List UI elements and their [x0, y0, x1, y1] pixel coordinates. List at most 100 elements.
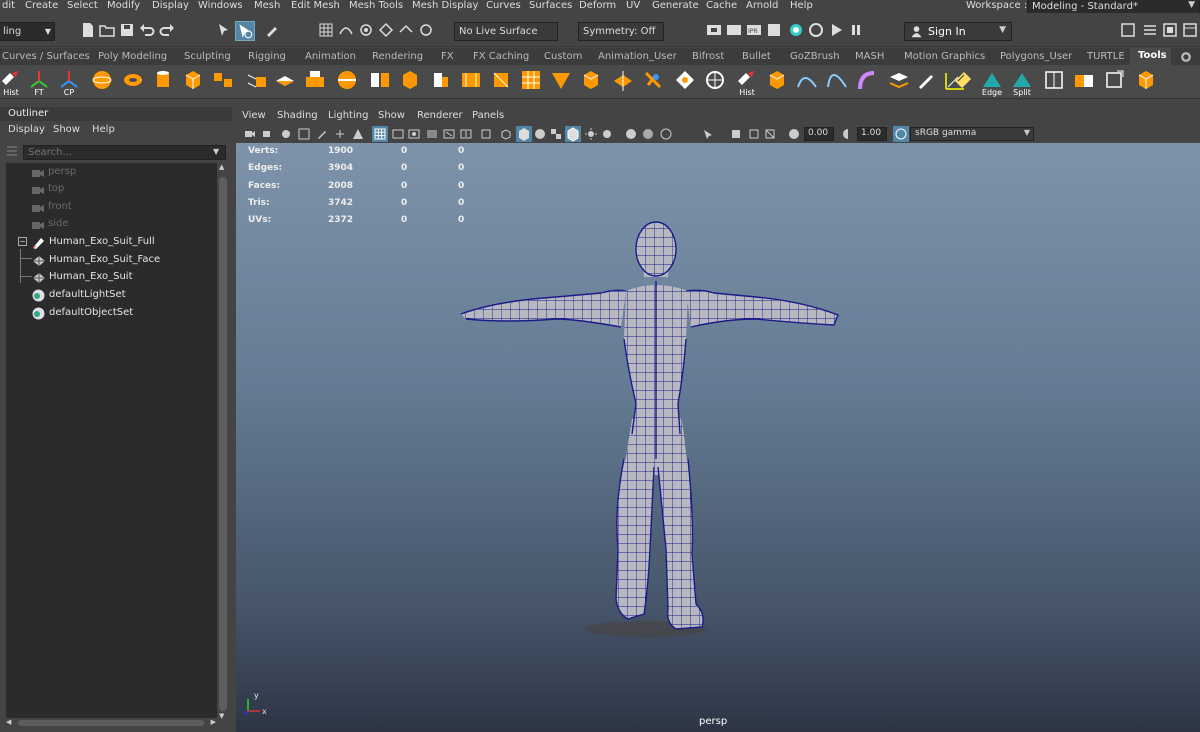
scroll-left-icon[interactable]: ◀ [6, 718, 11, 726]
tab-turtle[interactable]: TURTLE [1087, 50, 1125, 64]
tab-rendering[interactable]: Rendering [372, 50, 423, 64]
multi-cut-icon[interactable] [520, 69, 542, 91]
menuset-dropdown[interactable]: ling ▼ [0, 22, 55, 41]
default-material-icon[interactable] [534, 128, 546, 140]
horizontal-scrollbar[interactable]: ◀ ▶ [6, 718, 216, 728]
ipr-render-icon[interactable] [726, 22, 742, 38]
redo-icon[interactable] [159, 22, 175, 38]
sweep-mesh-icon[interactable] [856, 69, 878, 91]
gear-icon[interactable] [1180, 51, 1192, 63]
safe-action-icon[interactable] [460, 128, 472, 140]
history-toggle-button-2[interactable]: Hist [736, 69, 758, 97]
tab-tools[interactable]: Tools [1130, 48, 1171, 65]
outliner-menu-show[interactable]: Show [53, 124, 80, 135]
target-weld-icon[interactable] [550, 69, 572, 91]
exposure-icon[interactable] [788, 128, 800, 140]
gamma-icon[interactable] [842, 128, 854, 140]
undo-icon[interactable] [139, 22, 155, 38]
wireframe-on-shaded-button[interactable] [565, 126, 581, 142]
tool-settings-icon[interactable] [1162, 22, 1178, 38]
bookmarks-icon[interactable] [280, 128, 292, 140]
smooth-icon[interactable] [399, 69, 421, 91]
unparent-icon[interactable] [1103, 69, 1125, 91]
use-all-lights-icon[interactable] [585, 128, 597, 140]
hypershade-icon[interactable] [788, 22, 804, 38]
menu-windows[interactable]: Windows [198, 0, 243, 12]
grid-toggle-button[interactable] [372, 126, 388, 142]
tab-bullet[interactable]: Bullet [742, 50, 771, 64]
snap-grid-icon[interactable] [318, 22, 334, 38]
anti-aliasing-icon[interactable] [660, 128, 672, 140]
sign-in-button[interactable]: Sign In ▼ [904, 22, 1012, 41]
smooth-shade-button[interactable] [516, 126, 532, 142]
viewport-menu-panels[interactable]: Panels [472, 110, 504, 121]
grease-pencil-icon[interactable] [316, 128, 328, 140]
colorspace-dropdown[interactable]: sRGB gamma ▼ [910, 127, 1034, 141]
textured-icon[interactable] [550, 128, 562, 140]
merge-icon[interactable] [674, 69, 696, 91]
group-cube-icon[interactable] [1135, 69, 1157, 91]
viewport-menu-shading[interactable]: Shading [277, 110, 318, 121]
menu-edit-mesh[interactable]: Edit Mesh [291, 0, 340, 12]
scroll-right-icon[interactable]: ▶ [211, 718, 216, 726]
history-toggle-button[interactable]: Hist [0, 69, 22, 97]
edge-loop-icon[interactable] [612, 69, 634, 91]
scroll-down-icon[interactable]: ▼ [219, 712, 224, 720]
extract-icon[interactable] [274, 69, 296, 91]
tab-animation[interactable]: Animation [305, 50, 356, 64]
isolate-icon[interactable] [352, 128, 364, 140]
xray-icon[interactable] [730, 128, 742, 140]
menu-modify[interactable]: Modify [107, 0, 140, 12]
tab-rigging[interactable]: Rigging [248, 50, 286, 64]
tab-sculpting[interactable]: Sculpting [184, 50, 231, 64]
scroll-up-icon[interactable]: ▲ [219, 163, 224, 171]
image-plane-icon[interactable] [298, 128, 310, 140]
viewport-menu-show[interactable]: Show [378, 110, 405, 121]
snap-point-icon[interactable] [358, 22, 374, 38]
gate-mask-icon[interactable] [426, 128, 438, 140]
duplicate-icon[interactable] [1073, 69, 1095, 91]
viewport-menu-view[interactable]: View [242, 110, 266, 121]
connect-icon[interactable] [704, 69, 726, 91]
render-settings-icon[interactable] [766, 22, 782, 38]
field-chart-icon[interactable] [443, 128, 455, 140]
boolean-icon[interactable] [246, 69, 268, 91]
camera-attributes-icon[interactable] [262, 128, 274, 140]
render-current-icon[interactable] [706, 22, 722, 38]
menu-deform[interactable]: Deform [579, 0, 616, 12]
curve-tool-icon[interactable] [796, 69, 818, 91]
isolate-select-icon[interactable] [702, 128, 714, 140]
paint-select-icon[interactable] [264, 22, 280, 38]
menu-curves[interactable]: Curves [486, 0, 521, 12]
menu-uv[interactable]: UV [626, 0, 640, 12]
chevron-down-icon[interactable]: ▼ [213, 147, 219, 156]
bevel-icon[interactable] [490, 69, 512, 91]
menu-cache[interactable]: Cache [706, 0, 737, 12]
menu-mesh[interactable]: Mesh [254, 0, 280, 12]
mirror-icon[interactable] [369, 69, 391, 91]
filter-icon[interactable] [6, 146, 18, 158]
outliner-menu-display[interactable]: Display [8, 124, 45, 135]
exposure-field[interactable]: 0.00 [804, 127, 834, 141]
quad-draw-icon[interactable] [580, 69, 602, 91]
outliner-menu-help[interactable]: Help [92, 124, 115, 135]
menu-select[interactable]: Select [67, 0, 98, 12]
xray-components-icon[interactable] [764, 128, 776, 140]
open-scene-icon[interactable] [99, 22, 115, 38]
select-tool-icon[interactable] [216, 22, 232, 38]
arnold-render-icon[interactable] [808, 22, 824, 38]
menu-edit[interactable]: dit [2, 0, 15, 12]
menu-display[interactable]: Display [152, 0, 189, 12]
motion-blur-icon[interactable] [642, 128, 654, 140]
safe-title-icon[interactable] [480, 128, 492, 140]
2d-pan-zoom-icon[interactable] [334, 128, 346, 140]
vertical-scrollbar[interactable]: ▲ ▼ [217, 163, 229, 720]
gamma-field[interactable]: 1.00 [857, 127, 887, 141]
workspace-dropdown[interactable]: Modeling - Standard* ▼ [1027, 0, 1200, 14]
snap-surface-icon[interactable] [398, 22, 414, 38]
edge-tool-button[interactable]: Edge [981, 69, 1003, 97]
viewport-menu-lighting[interactable]: Lighting [328, 110, 368, 121]
symmetry-dropdown[interactable]: Symmetry: Off [578, 22, 664, 41]
modeling-toolkit-icon[interactable] [1120, 22, 1136, 38]
poly-torus-icon[interactable] [122, 69, 144, 91]
